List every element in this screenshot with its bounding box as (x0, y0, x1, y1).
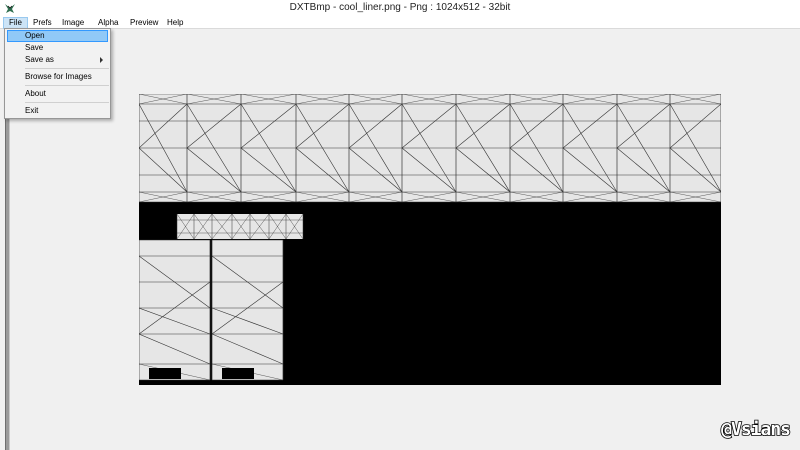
texture-top-panel (139, 94, 721, 203)
menu-separator (25, 85, 109, 86)
file-dropdown-menu: Open Save Save as Browse for Images Abou… (4, 28, 111, 119)
menu-bar: File Prefs Image Alpha Preview Help (0, 17, 800, 29)
submenu-arrow-icon (100, 57, 103, 63)
title-bar: DXTBmp - cool_liner.png - Png : 1024x512… (0, 0, 800, 17)
menu-exit[interactable]: Exit (7, 105, 108, 117)
menu-open[interactable]: Open (7, 30, 108, 42)
menu-save[interactable]: Save (7, 42, 108, 54)
texture-panel-slot (149, 368, 181, 379)
texture-panel-fill (212, 240, 283, 380)
texture-strip-fill (177, 214, 303, 239)
texture-middle-strip (176, 213, 304, 240)
menu-browse-for-images[interactable]: Browse for Images (7, 71, 108, 83)
menu-preview[interactable]: Preview (125, 17, 163, 29)
texture-panel-fill (139, 240, 210, 380)
texture-preview[interactable] (139, 94, 721, 385)
menu-help[interactable]: Help (162, 17, 188, 29)
texture-panel-slot (222, 368, 254, 379)
menu-separator (25, 102, 109, 103)
window-title: DXTBmp - cool_liner.png - Png : 1024x512… (289, 2, 511, 13)
watermark-text: @Vsians (720, 418, 791, 441)
menu-save-as-label: Save as (25, 55, 54, 64)
menu-about[interactable]: About (7, 88, 108, 100)
menu-separator (25, 68, 109, 69)
menu-save-as[interactable]: Save as (7, 54, 108, 66)
